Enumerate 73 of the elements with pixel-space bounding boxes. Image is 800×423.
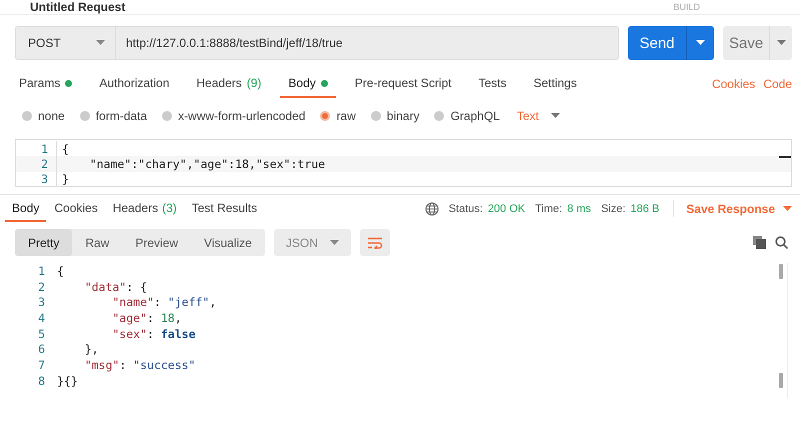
line-number: 1 <box>40 142 49 156</box>
status-value: 200 OK <box>488 202 526 214</box>
line-number: 4 <box>37 310 46 325</box>
status-label: Size: <box>601 202 626 214</box>
code-line: { <box>57 264 64 278</box>
request-tab[interactable]: Body <box>280 70 336 98</box>
scroll-marker-icon <box>779 156 791 158</box>
body-type-option[interactable]: binary <box>370 109 420 123</box>
view-mode-button[interactable]: Preview <box>122 229 192 256</box>
code-line: } <box>62 172 69 186</box>
wrap-lines-icon <box>366 236 383 248</box>
radio-button[interactable] <box>22 111 32 121</box>
body-type-option[interactable]: raw <box>320 109 356 123</box>
code-line: { <box>62 142 69 156</box>
caret-icon <box>96 40 105 46</box>
url-field[interactable]: http://127.0.0.1:8888/testBind/jeff/18/true <box>115 26 619 60</box>
status-value: 186 B <box>630 202 660 214</box>
search-icon[interactable] <box>775 236 788 249</box>
request-tab[interactable]: Authorization <box>91 70 178 98</box>
body-type-option[interactable]: x-www-form-urlencoded <box>162 109 306 123</box>
line-number: 3 <box>40 172 49 186</box>
code-line: "age": 18, <box>111 310 182 325</box>
code-line: "msg": "success" <box>84 358 196 372</box>
line-number: 8 <box>37 374 46 388</box>
radio-button[interactable] <box>434 111 444 121</box>
status-label: Status: <box>448 202 483 214</box>
response-tab[interactable]: Body <box>5 195 46 222</box>
caret-icon <box>330 240 339 246</box>
wrap-lines-button[interactable] <box>360 229 390 256</box>
status-value: 8 ms <box>567 202 592 214</box>
request-tab[interactable]: Headers (9) <box>188 70 270 98</box>
save-button[interactable]: Save <box>723 26 770 60</box>
line-number: 2 <box>37 280 46 294</box>
radio-button[interactable] <box>162 111 172 121</box>
copy-icon[interactable] <box>753 236 766 249</box>
code-line: "sex": false <box>111 326 196 341</box>
method-dropdown[interactable]: POST <box>15 26 115 60</box>
response-tab[interactable]: Cookies <box>47 195 105 222</box>
response-tab[interactable]: Test Results <box>184 195 264 222</box>
code-line: }{} <box>57 374 78 388</box>
line-number: 7 <box>37 358 46 372</box>
request-title: Untitled Request <box>30 0 126 14</box>
scrollbar-thumb[interactable] <box>779 373 783 388</box>
body-type-option[interactable]: form-data <box>80 109 148 123</box>
send-button[interactable]: Send <box>628 26 686 60</box>
line-number: 2 <box>40 156 49 171</box>
caret-icon <box>550 113 560 119</box>
view-mode-button[interactable]: Pretty <box>15 229 72 256</box>
view-mode-button[interactable]: Visualize <box>191 229 265 256</box>
scrollbar-thumb[interactable] <box>779 264 783 279</box>
code-line: "data": { <box>84 280 148 294</box>
build-label: BUILD <box>673 2 700 12</box>
request-tab[interactable]: Params <box>11 70 80 98</box>
line-number: 5 <box>37 326 46 341</box>
line-number: 6 <box>37 342 46 356</box>
caret-icon <box>783 206 792 212</box>
request-body-editor[interactable]: 1 { 2 "name":"chary","age":18,"sex":true 3 } <box>16 140 791 187</box>
view-mode-button[interactable]: Raw <box>72 229 122 256</box>
code-line: "name":"chary","age":18,"sex":true <box>88 156 326 171</box>
response-tab[interactable]: Headers (3) <box>106 195 184 222</box>
code-line: "name": "jeff", <box>111 295 216 310</box>
radio-button[interactable] <box>370 111 381 121</box>
request-tab[interactable]: Pre-request Script <box>346 70 460 98</box>
request-tab[interactable]: Tests <box>470 70 514 98</box>
radio-button[interactable] <box>80 111 90 121</box>
line-number: 1 <box>37 264 46 278</box>
status-label: Time: <box>535 202 562 214</box>
line-number: 3 <box>37 295 46 310</box>
body-type-option[interactable]: none <box>22 109 65 123</box>
body-type-option[interactable]: GraphQL <box>434 109 500 123</box>
code-line: }, <box>84 342 99 356</box>
radio-button[interactable] <box>320 111 330 121</box>
request-tab[interactable]: Settings <box>526 70 585 98</box>
